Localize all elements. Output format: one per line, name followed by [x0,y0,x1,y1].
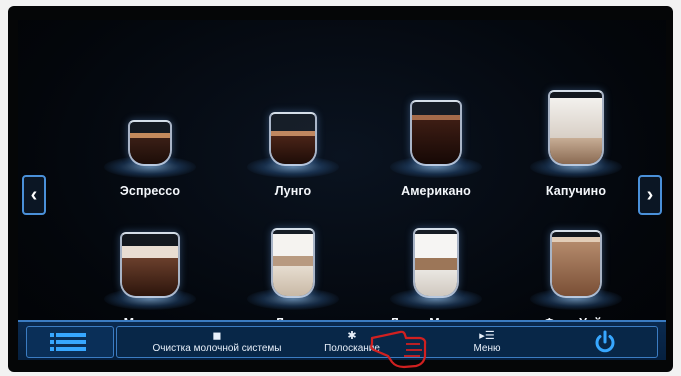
cappuccino-cup-icon [548,90,604,166]
menu-label: Меню [473,343,501,354]
flat-white-cup-icon [550,230,602,298]
latte-cup-icon [271,228,315,298]
prev-page-button[interactable]: ‹ [22,175,46,215]
americano-cup-icon [410,100,462,166]
power-icon [595,330,615,353]
drink-latte-macchiato[interactable]: Латте Макиато [376,202,496,334]
list-icon [50,333,86,351]
drink-latte[interactable]: Латте [233,202,353,334]
drink-espresso[interactable]: Эспрессо [90,70,210,202]
touch-screen: ‹ › Эспрессо Лунго Американо Капучино ◼︎… [18,20,666,360]
next-page-button[interactable]: › [638,175,662,215]
menu-icon: ▸☰ [479,330,495,342]
pointing-hand-icon [370,330,427,369]
milk-cleaning-label: Очистка молочной системы [152,343,282,354]
drink-americano[interactable]: Американо [376,70,496,202]
chevron-right-icon: › [646,183,654,206]
drink-label: Американо [401,184,471,198]
drink-flat-white[interactable]: Флэт Уайт [516,202,636,334]
drink-label: Капучино [545,184,607,198]
menu-button[interactable]: ▸☰ Меню [457,327,517,357]
drink-cappuccino[interactable]: Капучино [516,70,636,202]
bottom-toolbar: ◼︎ Очистка молочной системы ✱ Полоскание… [18,320,666,360]
chevron-left-icon: ‹ [30,183,38,206]
lungo-cup-icon [269,112,317,166]
latte-macchiato-cup-icon [413,228,459,298]
milk-system-icon: ◼︎ [212,330,222,342]
macchiato-cup-icon [120,232,180,298]
drink-lungo[interactable]: Лунго [233,70,353,202]
list-view-button[interactable] [26,326,114,358]
drink-label: Лунго [274,184,312,198]
espresso-cup-icon [128,120,172,166]
power-button[interactable] [593,330,617,354]
drink-grid: Эспрессо Лунго Американо Капучино [68,70,633,335]
drink-label: Эспрессо [119,184,181,198]
drink-macchiato[interactable]: Макиато [90,202,210,334]
milk-cleaning-button[interactable]: ◼︎ Очистка молочной системы [137,327,297,357]
